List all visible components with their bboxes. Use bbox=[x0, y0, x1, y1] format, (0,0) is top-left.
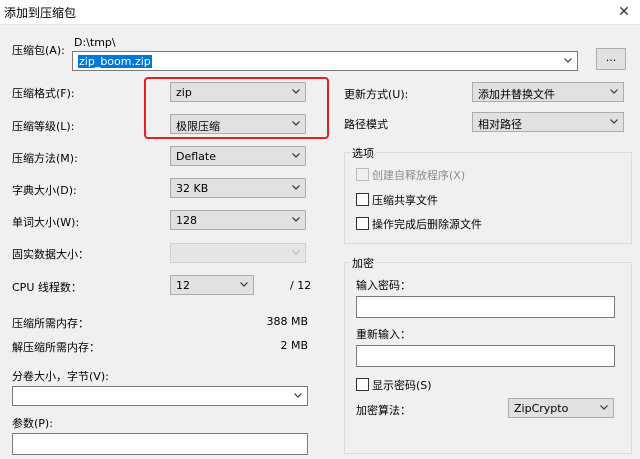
chevron-down-icon bbox=[609, 86, 619, 96]
archive-filename-combo[interactable]: zip_boom.zip bbox=[72, 51, 578, 71]
cpu-total: / 12 bbox=[290, 279, 312, 292]
delete-checkbox[interactable] bbox=[356, 217, 369, 230]
word-label: 单词大小(W): bbox=[12, 216, 80, 229]
archive-filename[interactable]: zip_boom.zip bbox=[78, 55, 152, 68]
cpu-value: 12 bbox=[176, 279, 190, 292]
options-title: 选项 bbox=[350, 145, 376, 161]
title-bar: 添加到压缩包 ✕ bbox=[0, 0, 640, 25]
method-select[interactable]: Deflate bbox=[170, 146, 306, 166]
chevron-down-icon bbox=[291, 182, 301, 192]
window-title: 添加到压缩包 bbox=[4, 6, 77, 20]
split-combo[interactable] bbox=[12, 386, 308, 406]
shared-label[interactable]: 压缩共享文件 bbox=[372, 192, 438, 208]
password-label: 输入密码： bbox=[356, 279, 411, 292]
chevron-down-icon bbox=[609, 116, 619, 126]
format-label: 压缩格式(F): bbox=[12, 87, 75, 100]
shared-checkbox[interactable] bbox=[356, 193, 369, 206]
delete-label[interactable]: 操作完成后删除源文件 bbox=[372, 216, 482, 232]
chevron-down-icon bbox=[291, 150, 301, 160]
mem-decompress-label: 解压缩所需内存： bbox=[12, 341, 100, 354]
chevron-down-icon bbox=[291, 247, 301, 257]
close-icon[interactable]: ✕ bbox=[614, 2, 634, 22]
archive-path: D:\tmp\ bbox=[74, 36, 116, 49]
show-password-label[interactable]: 显示密码(S) bbox=[372, 377, 432, 393]
browse-button[interactable]: ... bbox=[596, 48, 626, 70]
update-label: 更新方式(U): bbox=[344, 88, 409, 101]
split-label: 分卷大小，字节(V): bbox=[12, 370, 109, 383]
method-value: Deflate bbox=[176, 150, 216, 163]
word-select[interactable]: 128 bbox=[170, 210, 306, 230]
encryption-method-select[interactable]: ZipCrypto bbox=[508, 398, 614, 418]
chevron-down-icon bbox=[599, 402, 609, 412]
dict-label: 字典大小(D): bbox=[12, 184, 77, 197]
archive-label: 压缩包(A): bbox=[12, 44, 65, 57]
highlight-box bbox=[144, 77, 329, 139]
show-password-checkbox[interactable] bbox=[356, 378, 369, 391]
pathmode-value: 相对路径 bbox=[478, 118, 522, 131]
sfx-label: 创建自释放程序(X) bbox=[372, 169, 466, 182]
sfx-checkbox bbox=[356, 168, 369, 181]
reenter-label: 重新输入： bbox=[356, 328, 411, 341]
mem-decompress-value: 2 MB bbox=[280, 339, 308, 352]
chevron-down-icon bbox=[291, 214, 301, 224]
dict-select[interactable]: 32 KB bbox=[170, 178, 306, 198]
level-label: 压缩等级(L): bbox=[12, 120, 75, 133]
params-label: 参数(P): bbox=[12, 417, 53, 430]
method-label: 压缩方法(M): bbox=[12, 152, 78, 165]
chevron-down-icon bbox=[239, 279, 249, 289]
cpu-select[interactable]: 12 bbox=[170, 275, 254, 295]
encryption-method-value: ZipCrypto bbox=[514, 402, 569, 415]
mem-compress-value: 388 MB bbox=[266, 315, 308, 328]
chevron-down-icon[interactable] bbox=[563, 55, 573, 65]
reenter-input[interactable] bbox=[356, 345, 615, 367]
solid-label: 固实数据大小： bbox=[12, 248, 89, 261]
password-input[interactable] bbox=[356, 296, 615, 318]
update-select[interactable]: 添加并替换文件 bbox=[472, 82, 624, 102]
update-value: 添加并替换文件 bbox=[478, 88, 555, 101]
chevron-down-icon[interactable] bbox=[293, 390, 303, 400]
pathmode-select[interactable]: 相对路径 bbox=[472, 112, 624, 132]
params-input[interactable] bbox=[12, 433, 308, 455]
dict-value: 32 KB bbox=[176, 182, 209, 195]
pathmode-label: 路径模式 bbox=[344, 118, 388, 131]
solid-select bbox=[170, 243, 306, 263]
cpu-label: CPU 线程数： bbox=[12, 281, 82, 294]
encryption-title: 加密 bbox=[350, 255, 376, 271]
word-value: 128 bbox=[176, 214, 197, 227]
mem-compress-label: 压缩所需内存： bbox=[12, 317, 89, 330]
encryption-method-label: 加密算法： bbox=[356, 404, 411, 417]
